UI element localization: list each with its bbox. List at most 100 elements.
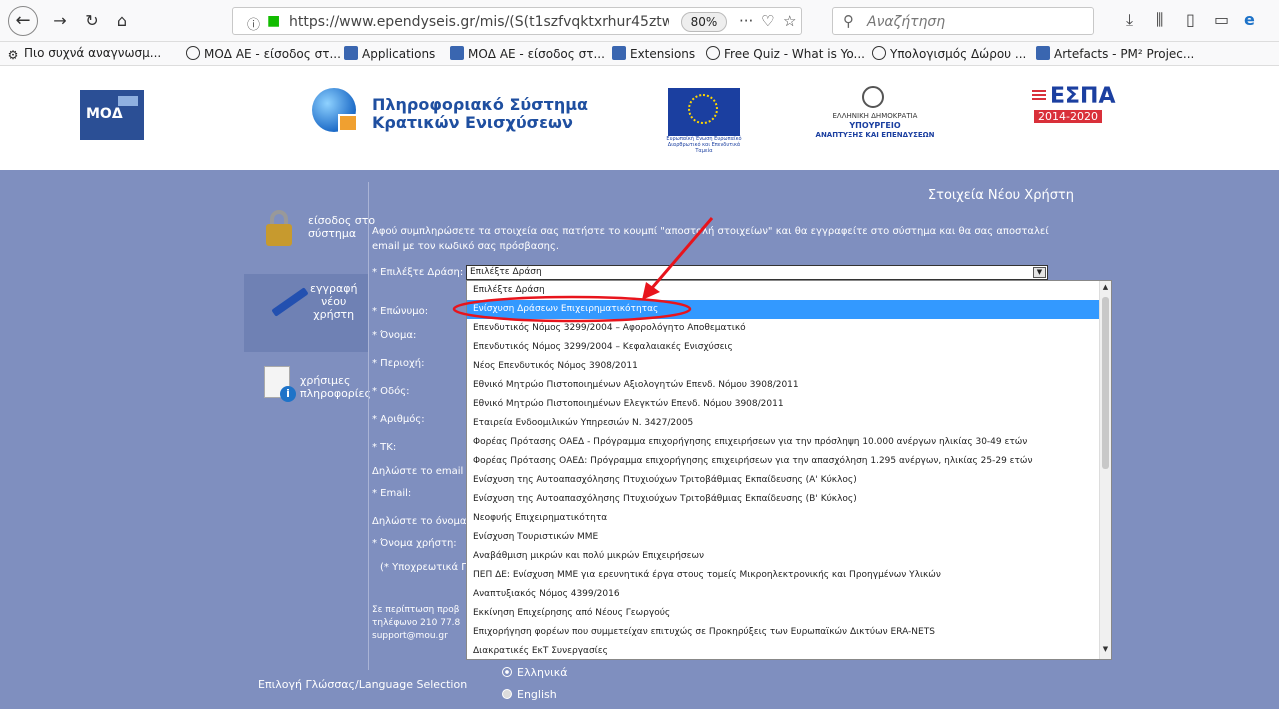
postcode-label: * ΤΚ: [372, 442, 397, 453]
reader-icon[interactable]: ▭ [1214, 10, 1229, 29]
region-label: * Περιοχή: [372, 358, 425, 369]
info-icon[interactable]: ⓘ [247, 14, 260, 33]
download-icon[interactable]: ⤓ [1126, 10, 1133, 30]
surname-label: * Επώνυμο: [372, 306, 429, 317]
dropdown-option[interactable]: Εθνικό Μητρώο Πιστοποιημένων Αξιολογητών… [467, 376, 1101, 395]
nav-info-line1: χρήσιμες [300, 374, 351, 387]
dropdown-scrollbar[interactable]: ▲ ▼ [1099, 281, 1111, 659]
scroll-down-icon[interactable]: ▼ [1100, 645, 1111, 657]
bookmark-label: Πιο συχνά αναγνωσμ... [24, 46, 162, 60]
radio-english-label: English [517, 688, 557, 701]
dropdown-option[interactable]: Επενδυτικός Νόμος 3299/2004 – Κεφαλαιακέ… [467, 338, 1101, 357]
page-actions-icon[interactable]: ··· [739, 12, 753, 30]
form-title: Στοιχεία Νέου Χρήστη [927, 188, 1074, 203]
espa-title: ΕΣΠΑ [1050, 84, 1116, 109]
url-bar[interactable]: ⓘ ■ https://www.ependyseis.gr/mis/(S(t1s… [232, 7, 802, 35]
bookmark-label: ΜΟΔ ΑΕ - είσοδος στ... [204, 47, 341, 61]
dropdown-option[interactable]: Ενίσχυση της Αυτοαπασχόλησης Πτυχιούχων … [467, 471, 1101, 490]
bookmarks-bar: ⚙ Πιο συχνά αναγνωσμ... ΜΟΔ ΑΕ - είσοδος … [0, 42, 1279, 66]
action-select[interactable]: Επιλέξτε Δράση ▼ [466, 265, 1048, 280]
search-icon: ⚲ [843, 12, 854, 30]
radio-greek[interactable]: Ελληνικά [502, 666, 568, 679]
scroll-up-icon[interactable]: ▲ [1100, 283, 1111, 295]
dropdown-option[interactable]: Νέος Επενδυτικός Νόμος 3908/2011 [467, 357, 1101, 376]
dropdown-option[interactable]: Ενίσχυση Τουριστικών ΜΜΕ [467, 528, 1101, 547]
bookmark-most-visited[interactable]: ⚙ Πιο συχνά αναγνωσμ... [6, 46, 162, 62]
dropdown-option[interactable]: Επιχορήγηση φορέων που συμμετείχαν επιτυ… [467, 623, 1101, 642]
dropdown-option[interactable]: ΠΕΠ ΔΕ: Ενίσχυση ΜΜΕ για ερευνητικά έργα… [467, 566, 1101, 585]
bookmark-label: ΜΟΔ ΑΕ - είσοδος στ... [468, 47, 605, 61]
bookmark-label: Extensions [630, 47, 696, 61]
username-label: * Όνομα χρήστη: [372, 538, 457, 549]
action-label: * Επιλέξτε Δράση: [372, 267, 464, 278]
site-banner: ΜΟΔ Πληροφοριακό Σύστημα Κρατικών Ενισχύ… [0, 66, 1279, 170]
globe-icon [706, 46, 720, 60]
bookmark-extensions[interactable]: Extensions [612, 46, 695, 61]
dropdown-option[interactable]: Αναπτυξιακός Νόμος 4399/2016 [467, 585, 1101, 604]
dropdown-option[interactable]: Ενίσχυση της Αυτοαπασχόλησης Πτυχιούχων … [467, 490, 1101, 509]
bookmark-label: Artefacts - PM² Projec... [1054, 47, 1195, 61]
bookmark-moda-2[interactable]: ΜΟΔ ΑΕ - είσοδος στ... [450, 46, 605, 61]
radio-selected-icon[interactable] [502, 667, 512, 677]
eu-logo-text: Ευρωπαϊκή Ένωση Ευρωπαϊκό Διαρθρωτικό κα… [666, 136, 742, 154]
dropdown-option[interactable]: Εθνικό Μητρώο Πιστοποιημένων Ελεγκτών Επ… [467, 395, 1101, 414]
chevron-down-icon[interactable]: ▼ [1033, 267, 1046, 278]
radio-english[interactable]: English [502, 688, 557, 701]
dropdown-option[interactable]: Επενδυτικός Νόμος 3299/2004 – Αφορολόγητ… [467, 319, 1101, 338]
dropdown-option[interactable]: Διακρατικές ΕκΤ Συνεργασίες [467, 642, 1101, 659]
dropdown-option[interactable]: Εταιρεία Ενδοομιλικών Υπηρεσιών Ν. 3427/… [467, 414, 1101, 433]
firstname-label: * Όνομα: [372, 330, 417, 341]
nav-info-line2: πληροφορίες [300, 387, 371, 400]
email-hint: Δηλώστε το email σ [372, 466, 473, 477]
pskt-line1: Πληροφοριακό Σύστημα [372, 95, 589, 114]
greek-emblem-icon [862, 86, 884, 108]
pocket-icon[interactable]: ♡ [761, 12, 774, 30]
bookmark-moda-1[interactable]: ΜΟΔ ΑΕ - είσοδος στ... [186, 46, 341, 61]
form-instructions: Αφού συμπληρώσετε τα στοιχεία σας πατήστ… [372, 226, 1049, 252]
nav-login-line1: είσοδος στο [308, 214, 376, 227]
dropdown-option[interactable]: Επιλέξτε Δράση [467, 281, 1101, 300]
back-button[interactable]: ← [8, 6, 38, 36]
moda-logo[interactable]: ΜΟΔ [80, 90, 144, 140]
zoom-indicator[interactable]: 80% [681, 12, 727, 32]
bookmark-doro[interactable]: Υπολογισμός Δώρου ... [872, 46, 1026, 61]
ministry-text: ΕΛΛΗΝΙΚΗ ΔΗΜΟΚΡΑΤΙΑ ΥΠΟΥΡΓΕΙΟ ΑΝΑΠΤΥΞΗΣ … [800, 112, 950, 140]
dropdown-option-selected[interactable]: Ενίσχυση Δράσεων Επιχειρηματικότητας [467, 300, 1101, 319]
browser-toolbar: ← → ↻ ⌂ ⓘ ■ https://www.ependyseis.gr/mi… [0, 0, 1279, 42]
required-note: (* Υποχρεωτικά Πε [380, 562, 475, 573]
bookmark-applications[interactable]: Applications [344, 46, 435, 61]
ie-icon[interactable]: e [1244, 10, 1255, 29]
action-dropdown-list[interactable]: Επιλέξτε Δράση Ενίσχυση Δράσεων Επιχειρη… [466, 280, 1112, 660]
dropdown-option[interactable]: Φορέας Πρότασης ΟΑΕΔ - Πρόγραμμα επιχορή… [467, 433, 1101, 452]
language-label: Επιλογή Γλώσσας/Language Selection [258, 678, 468, 691]
search-bar[interactable]: ⚲ Αναζήτηση [832, 7, 1094, 35]
bookmark-artefacts[interactable]: Artefacts - PM² Projec... [1036, 46, 1194, 61]
home-button[interactable]: ⌂ [110, 9, 134, 33]
ministry-line2: ΥΠΟΥΡΓΕΙΟ [849, 121, 901, 130]
lock-icon: ■ [267, 13, 281, 29]
sidebar-icon[interactable]: ▯ [1186, 10, 1195, 29]
support-line2: τηλέφωνο 210 77.8 [372, 618, 461, 628]
globe-icon [186, 46, 200, 60]
radio-greek-label: Ελληνικά [517, 666, 568, 679]
espa-logo: ΕΣΠΑ 2014-2020 [1032, 84, 1116, 123]
library-icon[interactable]: ⫼ [1156, 10, 1163, 30]
star-icon[interactable]: ☆ [783, 12, 796, 30]
forward-button[interactable]: → [48, 9, 72, 33]
radio-unselected-icon[interactable] [502, 689, 512, 699]
pen-icon [268, 278, 312, 322]
ministry-line1: ΕΛΛΗΝΙΚΗ ΔΗΜΟΚΡΑΤΙΑ [832, 112, 918, 120]
support-email[interactable]: support@mou.gr [372, 630, 460, 643]
bookmark-free-quiz[interactable]: Free Quiz - What is Yo... [706, 46, 865, 61]
lock-icon [266, 210, 292, 246]
ministry-line3: ΑΝΑΠΤΥΞΗΣ ΚΑΙ ΕΠΕΝΔΥΣΕΩΝ [815, 131, 935, 139]
reload-button[interactable]: ↻ [80, 9, 104, 33]
scrollbar-thumb[interactable] [1102, 297, 1109, 469]
url-text[interactable]: https://www.ependyseis.gr/mis/(S(t1szfvq… [289, 14, 669, 30]
dropdown-option[interactable]: Εκκίνηση Επιχείρησης από Νέους Γεωργούς [467, 604, 1101, 623]
nav-login-line2: σύστημα [308, 227, 357, 240]
dropdown-option[interactable]: Αναβάθμιση μικρών και πολύ μικρών Επιχει… [467, 547, 1101, 566]
moda-icon [344, 46, 358, 60]
dropdown-option[interactable]: Νεοφυής Επιχειρηματικότητα [467, 509, 1101, 528]
dropdown-option[interactable]: Φορέας Πρότασης ΟΑΕΔ: Πρόγραμμα επιχορήγ… [467, 452, 1101, 471]
